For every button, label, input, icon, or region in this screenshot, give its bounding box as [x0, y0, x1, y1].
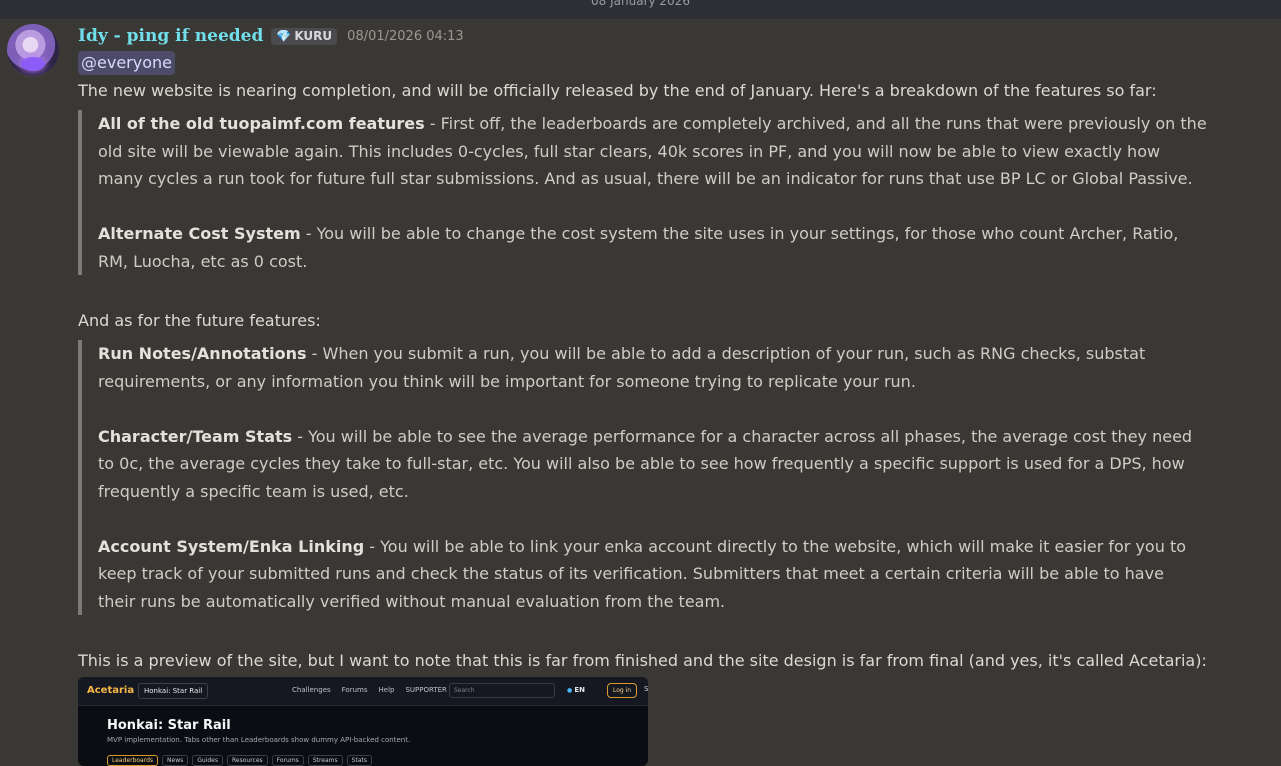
- username[interactable]: Idy - ping if needed: [78, 26, 263, 46]
- preview-game-selector: Honkai: Star Rail: [138, 683, 209, 699]
- preview-title: Honkai: Star Rail: [107, 718, 231, 733]
- preview-tab: Leaderboards: [107, 755, 159, 766]
- future-features-quote: Run Notes/Annotations - When you submit …: [78, 340, 1263, 615]
- server-tag[interactable]: 💎 KURU: [271, 27, 338, 45]
- future-intro-text: And as for the future features:: [78, 311, 321, 330]
- timestamp: 08/01/2026 04:13: [347, 28, 464, 44]
- feature-text: many cycles a run took for future full s…: [98, 169, 1193, 188]
- everyone-mention[interactable]: @everyone: [78, 51, 175, 75]
- feature-text: - First off, the leaderboards are comple…: [424, 114, 1207, 133]
- preview-nav-link: Challenges: [292, 686, 331, 694]
- preview-tab: News: [162, 755, 189, 766]
- feature-text: to 0c, the average cycles they take to f…: [98, 454, 1185, 473]
- feature-title: Run Notes/Annotations: [98, 344, 307, 363]
- feature-text: - You will be able to see the average pe…: [292, 426, 1193, 446]
- preview-tab: Stats: [346, 755, 372, 766]
- feature-item: Account System/Enka Linking - You will b…: [98, 533, 1263, 616]
- preview-tabs: Leaderboards News Guides Resources Forum…: [107, 755, 372, 766]
- current-features-quote: All of the old tuopaimf.com features - F…: [78, 110, 1263, 275]
- feature-text: - You will be able to change the cost sy…: [300, 224, 1179, 243]
- preview-brand: Acetaria: [87, 685, 135, 696]
- feature-text: frequently a specific team is used, etc.: [98, 481, 409, 501]
- preview-tab: Guides: [192, 755, 223, 766]
- feature-item: Alternate Cost System - You will be able…: [98, 220, 1263, 275]
- website-preview-image[interactable]: Acetaria Honkai: Star Rail Challenges Fo…: [78, 677, 648, 766]
- preview-caption: This is a preview of the site, but I wan…: [78, 651, 1207, 670]
- preview-overflow: S: [644, 685, 648, 693]
- intro-text: The new website is nearing completion, a…: [78, 81, 1157, 100]
- feature-title: All of the old tuopaimf.com features: [98, 114, 425, 133]
- message-header: Idy - ping if needed 💎 KURU 08/01/2026 0…: [78, 24, 464, 48]
- feature-text: old site will be viewable again. This in…: [98, 141, 1161, 161]
- user-avatar[interactable]: [7, 24, 59, 76]
- preview-tab: Forums: [271, 755, 304, 766]
- feature-title: Account System/Enka Linking: [98, 536, 365, 556]
- feature-text: requirements, or any information you thi…: [98, 371, 916, 391]
- preview-nav-link: Help: [378, 686, 395, 694]
- feature-item: Character/Team Stats - You will be able …: [98, 423, 1263, 506]
- preview-subtitle: MVP implementation. Tabs other than Lead…: [107, 736, 411, 744]
- gem-icon: 💎: [276, 29, 292, 43]
- preview-login-button: Log in: [607, 683, 638, 698]
- feature-text: keep track of your submitted runs and ch…: [98, 564, 1164, 583]
- feature-item: Run Notes/Annotations - When you submit …: [98, 340, 1263, 395]
- preview-language: EN: [567, 686, 585, 694]
- preview-tab: Resources: [227, 755, 268, 766]
- preview-nav-link: Forums: [341, 686, 368, 694]
- preview-nav-link: SUPPORTER: [405, 686, 447, 694]
- server-tag-label: KURU: [294, 29, 333, 43]
- date-divider: 08 January 2026: [0, 0, 1281, 19]
- feature-text: RM, Luocha, etc as 0 cost.: [98, 251, 308, 271]
- feature-item: All of the old tuopaimf.com features - F…: [98, 110, 1263, 193]
- feature-text: their runs be automatically verified wit…: [98, 591, 726, 611]
- feature-text: - When you submit a run, you will be abl…: [306, 344, 1146, 363]
- feature-title: Alternate Cost System: [98, 224, 301, 243]
- preview-navbar: Acetaria Honkai: Star Rail Challenges Fo…: [78, 677, 648, 706]
- preview-search-box: Search: [449, 683, 555, 698]
- feature-text: - You will be able to link your enka acc…: [364, 536, 1187, 556]
- preview-nav-links: Challenges Forums Help SUPPORTER: [292, 686, 447, 694]
- preview-tab: Streams: [307, 755, 343, 766]
- feature-title: Character/Team Stats: [98, 426, 293, 446]
